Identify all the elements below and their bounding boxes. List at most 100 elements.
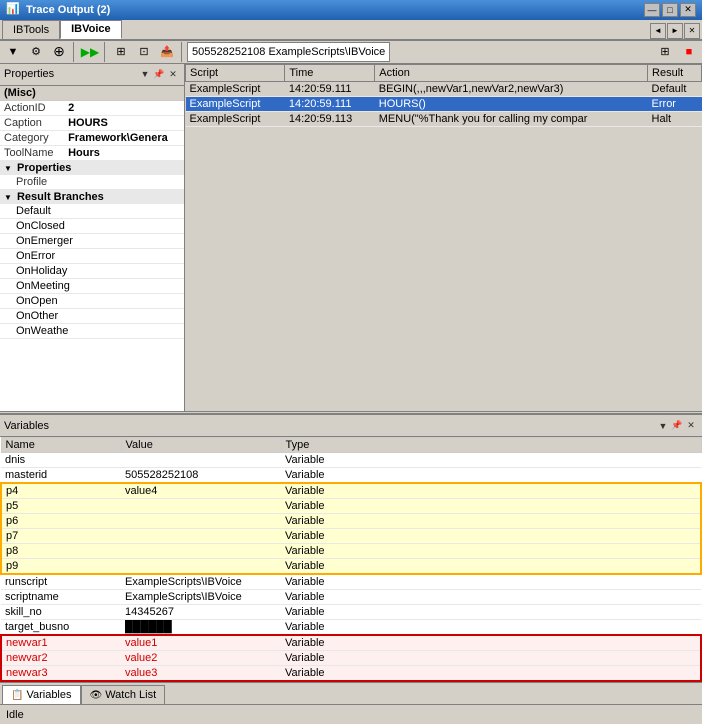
prop-value-caption: HOURS xyxy=(64,115,184,130)
top-section: Properties ▼ 📌 ✕ (Misc) ActionID 2 xyxy=(0,64,702,411)
tab-ibvoice[interactable]: IBVoice xyxy=(60,20,122,39)
var-cell-type: Variable xyxy=(281,483,701,499)
var-row[interactable]: masterid505528252108Variable xyxy=(1,468,701,484)
var-row[interactable]: p4value4Variable xyxy=(1,483,701,499)
result-branches-expand-icon: ▼ xyxy=(4,193,12,202)
window-controls: — □ ✕ xyxy=(644,3,696,17)
branch-onopen-label: OnOpen xyxy=(0,293,184,308)
prop-value-toolname: Hours xyxy=(64,145,184,160)
prop-result-branches-section: ▼ Result Branches xyxy=(0,189,184,204)
trace-scroll: Script Time Action Result ExampleScript … xyxy=(185,64,702,411)
var-cell-type: Variable xyxy=(281,544,701,559)
var-cell-name: p5 xyxy=(1,499,121,514)
variables-tab[interactable]: 📋 Variables xyxy=(2,685,81,704)
window-title: Trace Output (2) xyxy=(26,4,644,16)
trace-col-action: Action xyxy=(375,64,648,81)
watchlist-tab[interactable]: 👁 Watch List xyxy=(81,685,166,704)
branch-onholiday-label: OnHoliday xyxy=(0,263,184,278)
var-row[interactable]: scriptnameExampleScripts\IBVoiceVariable xyxy=(1,590,701,605)
result-branches-label: Result Branches xyxy=(17,191,104,203)
status-text: Idle xyxy=(6,709,24,721)
tab-nav-right[interactable]: ► xyxy=(667,23,683,39)
script-id-display: 505528252108 ExampleScripts\IBVoice xyxy=(187,42,390,62)
var-row[interactable]: dnisVariable xyxy=(1,453,701,468)
prop-branch-onerror: OnError xyxy=(0,248,184,263)
var-cell-name: dnis xyxy=(1,453,121,468)
toolbar-filter-btn[interactable]: ⊡ xyxy=(133,41,155,63)
tab-bar: IBTools IBVoice ◄ ► ✕ xyxy=(0,20,702,41)
var-row[interactable]: newvar3value3Variable xyxy=(1,666,701,682)
var-col-value: Value xyxy=(121,438,281,453)
var-cell-type: Variable xyxy=(281,574,701,590)
var-cell-value: ██████ xyxy=(121,620,281,636)
variables-tab-bar: 📋 Variables 👁 Watch List xyxy=(0,682,702,704)
variables-close-btn[interactable]: ✕ xyxy=(684,419,698,433)
var-cell-type: Variable xyxy=(281,468,701,484)
trace-row-2[interactable]: ExampleScript 14:20:59.113 MENU("%Thank … xyxy=(186,111,702,126)
var-row[interactable]: newvar1value1Variable xyxy=(1,635,701,651)
trace-cell-action-1: HOURS() xyxy=(375,96,648,111)
tab-close[interactable]: ✕ xyxy=(684,23,700,39)
close-button[interactable]: ✕ xyxy=(680,3,696,17)
toolbar-layout-btn[interactable]: ⊞ xyxy=(654,41,676,63)
toolbar-export-btn[interactable]: 📤 xyxy=(156,41,178,63)
var-cell-name: skill_no xyxy=(1,605,121,620)
properties-header: Properties ▼ 📌 ✕ xyxy=(0,64,184,86)
var-row[interactable]: skill_no14345267Variable xyxy=(1,605,701,620)
properties-close-btn[interactable]: ✕ xyxy=(166,67,180,81)
var-row[interactable]: target_busno██████Variable xyxy=(1,620,701,636)
toolbar: ▼ ⚙ ⊕ ▶▶ ⊞ ⊡ 📤 505528252108 ExampleScrip… xyxy=(0,41,702,64)
trace-cell-script-0: ExampleScript xyxy=(186,81,285,96)
trace-row-1[interactable]: ExampleScript 14:20:59.111 HOURS() Error xyxy=(186,96,702,111)
tab-nav-left[interactable]: ◄ xyxy=(650,23,666,39)
toolbar-sep-2 xyxy=(104,42,107,62)
trace-body: ExampleScript 14:20:59.111 BEGIN(,,,newV… xyxy=(186,81,702,126)
var-cell-value: 14345267 xyxy=(121,605,281,620)
var-cell-type: Variable xyxy=(281,666,701,682)
trace-cell-script-1: ExampleScript xyxy=(186,96,285,111)
properties-pin-btn[interactable]: 📌 xyxy=(152,67,166,81)
var-row[interactable]: newvar2value2Variable xyxy=(1,651,701,666)
prop-row-profile: Profile xyxy=(0,175,184,190)
properties-title: Properties xyxy=(4,68,138,80)
var-row[interactable]: p8Variable xyxy=(1,544,701,559)
variables-dropdown-btn[interactable]: ▼ xyxy=(656,419,670,433)
toolbar-settings-btn[interactable]: ⚙ xyxy=(25,41,47,63)
var-row[interactable]: p7Variable xyxy=(1,529,701,544)
prop-properties-section: ▼ Properties xyxy=(0,160,184,175)
var-cell-name: newvar1 xyxy=(1,635,121,651)
branch-onemerger-label: OnEmerger xyxy=(0,233,184,248)
trace-section: Script Time Action Result ExampleScript … xyxy=(185,64,702,411)
var-row[interactable]: p9Variable xyxy=(1,559,701,575)
toolbar-grid-btn[interactable]: ⊞ xyxy=(110,41,132,63)
trace-cell-result-2: Halt xyxy=(648,111,702,126)
var-cell-name: target_busno xyxy=(1,620,121,636)
var-cell-type: Variable xyxy=(281,620,701,636)
var-col-name: Name xyxy=(1,438,121,453)
var-row[interactable]: p6Variable xyxy=(1,514,701,529)
var-cell-type: Variable xyxy=(281,651,701,666)
properties-dropdown-btn[interactable]: ▼ xyxy=(138,67,152,81)
prop-row-actionid: ActionID 2 xyxy=(0,100,184,115)
minimize-button[interactable]: — xyxy=(644,3,660,17)
variables-table-scroll[interactable]: Name Value Type dnisVariablemasterid5055… xyxy=(0,437,702,682)
variables-table: Name Value Type dnisVariablemasterid5055… xyxy=(0,437,702,682)
var-row[interactable]: runscriptExampleScripts\IBVoiceVariable xyxy=(1,574,701,590)
maximize-button[interactable]: □ xyxy=(662,3,678,17)
branch-onother-label: OnOther xyxy=(0,308,184,323)
var-cell-value xyxy=(121,544,281,559)
tab-ibtools[interactable]: IBTools xyxy=(2,20,60,39)
var-row[interactable]: p5 Variable xyxy=(1,499,701,514)
var-cell-type: Variable xyxy=(281,559,701,575)
prop-profile-label: Profile xyxy=(0,175,184,190)
variables-pin-btn[interactable]: 📌 xyxy=(670,419,684,433)
prop-branch-onclosed: OnClosed xyxy=(0,218,184,233)
toolbar-stop-btn[interactable]: ■ xyxy=(678,41,700,63)
toolbar-dropdown-btn[interactable]: ▼ xyxy=(2,41,24,63)
trace-col-script: Script xyxy=(186,64,285,81)
prop-branch-onweathe: OnWeathe xyxy=(0,323,184,338)
var-cell-type: Variable xyxy=(281,499,701,514)
trace-row-0[interactable]: ExampleScript 14:20:59.111 BEGIN(,,,newV… xyxy=(186,81,702,96)
toolbar-play-btn[interactable]: ▶▶ xyxy=(79,41,101,63)
toolbar-add-btn[interactable]: ⊕ xyxy=(48,41,70,63)
